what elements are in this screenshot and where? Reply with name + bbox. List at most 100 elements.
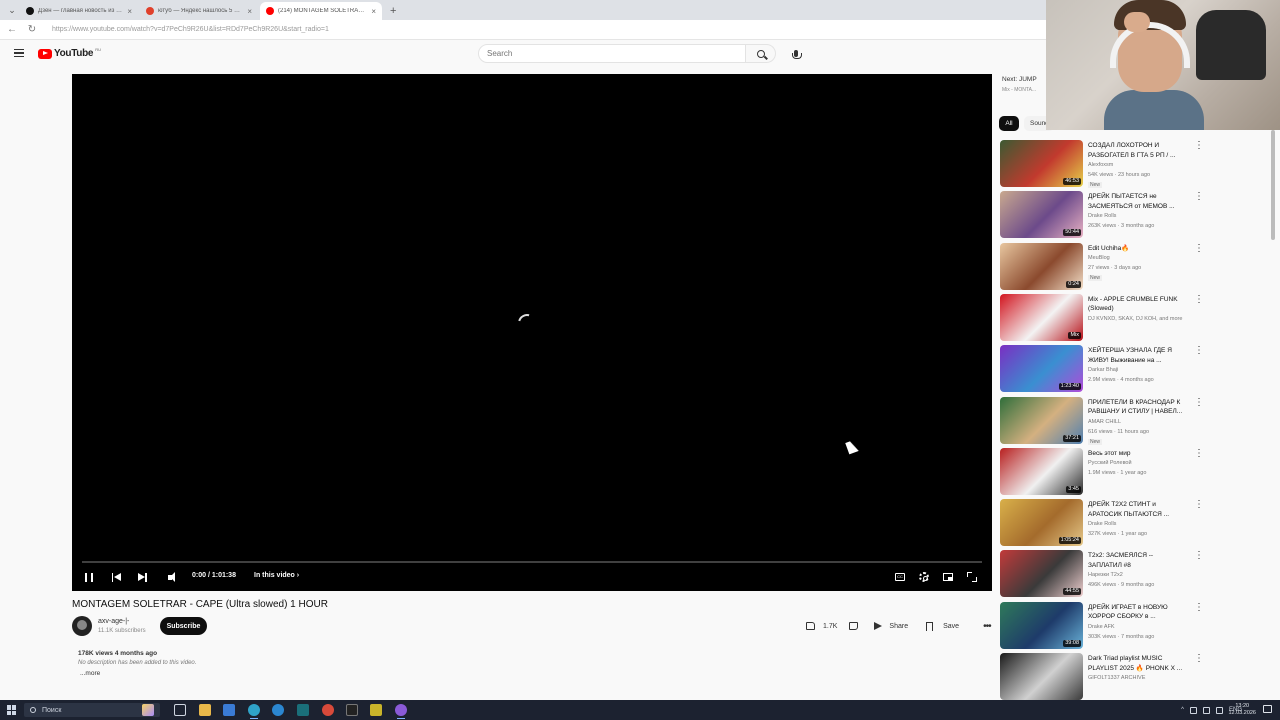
- next-button[interactable]: [136, 571, 147, 583]
- more-vertical-icon[interactable]: ⋮: [1194, 243, 1204, 253]
- tab-close-icon[interactable]: ×: [371, 7, 376, 16]
- recommendation-channel[interactable]: AMAR CHILL: [1088, 419, 1121, 425]
- channel-name[interactable]: axv-age-|-: [98, 618, 129, 625]
- recommendation-item[interactable]: 39:08 ДРЕЙК ИГРАЕТ в НОВУЮ ХОРРОР СБОРКУ …: [1000, 601, 1210, 650]
- more-vertical-icon[interactable]: ⋮: [1194, 551, 1204, 561]
- menu-icon[interactable]: [14, 49, 24, 57]
- sidebar-scrollbar[interactable]: [1271, 130, 1276, 700]
- tab-close-icon[interactable]: ×: [127, 7, 132, 16]
- subscribe-button[interactable]: Subscribe: [160, 617, 207, 635]
- settings-button[interactable]: [918, 571, 930, 583]
- recommendation-channel[interactable]: Drake AFK: [1088, 624, 1115, 630]
- in-this-video-button[interactable]: In this video ›: [254, 572, 299, 579]
- recommendation-thumbnail[interactable]: 0:24: [1000, 242, 1083, 290]
- app-icon[interactable]: [370, 704, 382, 716]
- app-icon[interactable]: [297, 704, 309, 716]
- share-button[interactable]: Share: [874, 618, 908, 634]
- recommendation-title[interactable]: Т2х2: ЗАСМЕЯЛСЯ -- ЗАПЛАТИЛ #8: [1088, 551, 1188, 570]
- tab-close-icon[interactable]: ×: [247, 7, 252, 16]
- chrome-icon[interactable]: [322, 704, 334, 716]
- terminal-icon[interactable]: [346, 704, 358, 716]
- more-vertical-icon[interactable]: ⋮: [1194, 397, 1204, 407]
- search-box[interactable]: [478, 44, 746, 63]
- browser-tab-active[interactable]: (214) MONTAGEM SOLETRAR - CAPE ×: [260, 2, 382, 20]
- more-vertical-icon[interactable]: ⋮: [1194, 500, 1204, 510]
- obs-icon[interactable]: [395, 704, 407, 719]
- tab-list-icon[interactable]: ⌄: [4, 0, 20, 20]
- recommendation-item[interactable]: 1:05:24 ДРЕЙК Т2Х2 СТИНТ и АРАТОСИК ПЫТАЮ…: [1000, 499, 1210, 547]
- dislike-button[interactable]: [849, 618, 859, 634]
- file-explorer-icon[interactable]: [199, 704, 211, 716]
- voice-search-button[interactable]: [788, 44, 804, 63]
- recommendation-title[interactable]: Mix - APPLE CRUMBLE FUNK (Slowed): [1088, 295, 1188, 314]
- recommendation-thumbnail[interactable]: [1000, 653, 1083, 700]
- recommendation-title[interactable]: ДРЕЙК ИГРАЕТ в НОВУЮ ХОРРОР СБОРКУ в ...: [1088, 603, 1188, 622]
- recommendation-item[interactable]: 50:44 ДРЕЙК ПЫТАЕТСЯ не ЗАСМЕЯТЬСЯ от МЕМ…: [1000, 191, 1210, 239]
- channel-avatar[interactable]: [72, 616, 92, 636]
- more-vertical-icon[interactable]: ⋮: [1194, 294, 1204, 304]
- like-button[interactable]: 1.7K: [806, 618, 837, 634]
- taskbar-search[interactable]: Поиск: [24, 703, 160, 717]
- recommendation-thumbnail[interactable]: 1:05:24: [1000, 499, 1083, 547]
- more-vertical-icon[interactable]: ⋮: [1194, 141, 1204, 151]
- volume-icon[interactable]: [1215, 706, 1223, 714]
- recommendation-thumbnail[interactable]: 3:45: [1000, 447, 1083, 495]
- telegram-icon[interactable]: [272, 704, 284, 716]
- youtube-logo[interactable]: YouTube RU: [38, 47, 101, 59]
- recommendation-channel[interactable]: Darkar Bhaji: [1088, 367, 1118, 373]
- pause-button[interactable]: [84, 571, 94, 583]
- recommendation-title[interactable]: Весь этот мир: [1088, 449, 1188, 459]
- miniplayer-button[interactable]: [942, 571, 954, 583]
- recommendation-thumbnail[interactable]: 39:08: [1000, 601, 1083, 649]
- more-vertical-icon[interactable]: ⋮: [1194, 346, 1204, 356]
- browser-icon[interactable]: [248, 704, 260, 719]
- recommendation-thumbnail[interactable]: 1:23:40: [1000, 345, 1083, 393]
- recommendation-title[interactable]: Dark Triad playlist MUSIC PLAYLIST 2025 …: [1088, 654, 1188, 673]
- more-link[interactable]: ...more: [80, 670, 100, 677]
- recommendation-item[interactable]: 3:45 Весь этот мир Русский Ролевой 1.9M vie…: [1000, 447, 1210, 496]
- progress-bar[interactable]: [82, 561, 982, 563]
- more-vertical-icon[interactable]: ⋮: [1194, 192, 1204, 202]
- recommendation-channel[interactable]: Drake Rolls: [1088, 521, 1116, 527]
- recommendation-channel[interactable]: GIFOLT1337 ARCHIVE: [1088, 675, 1145, 681]
- recommendation-thumbnail[interactable]: 44:55: [1000, 550, 1083, 598]
- recommendation-title[interactable]: ДРЕЙК ПЫТАЕТСЯ не ЗАСМЕЯТЬСЯ от МЕМОВ ..…: [1088, 192, 1188, 211]
- recommendation-channel[interactable]: Drake Rolls: [1088, 213, 1116, 219]
- search-input[interactable]: [487, 49, 745, 58]
- recommendation-channel[interactable]: MeuBlog: [1088, 255, 1110, 261]
- windows-start-icon[interactable]: [7, 705, 17, 715]
- previous-button[interactable]: [111, 571, 122, 583]
- recommendation-channel[interactable]: Русский Ролевой: [1088, 460, 1132, 466]
- reload-icon[interactable]: ↻: [26, 24, 38, 35]
- tray-chevron-icon[interactable]: ^: [1181, 707, 1184, 713]
- browser-tab[interactable]: ютуб — Яндекс нашлось 5 млн р ×: [140, 2, 258, 20]
- scrollbar-thumb[interactable]: [1271, 130, 1275, 240]
- recommendation-item[interactable]: Dark Triad playlist MUSIC PLAYLIST 2025 …: [1000, 653, 1210, 701]
- browser-tab[interactable]: Дзен — главная новость из инфо ×: [20, 2, 138, 20]
- description-box[interactable]: 178K views 4 months ago No description h…: [72, 646, 992, 682]
- recommendation-title[interactable]: Edit Uchiha🔥: [1088, 244, 1188, 254]
- chip-all[interactable]: All: [999, 116, 1019, 131]
- recommendation-item[interactable]: 0:24 Edit Uchiha🔥 MeuBlog 27 views · 3 days…: [1000, 242, 1210, 291]
- recommendation-title[interactable]: ХЕЙТЕРША УЗНАЛА ГДЕ Я ЖИВУ! Выживание на…: [1088, 346, 1188, 365]
- up-next-panel[interactable]: Next: JUMP Mix - MONTA...: [1002, 76, 1050, 106]
- notifications-icon[interactable]: [1263, 705, 1272, 713]
- copilot-icon[interactable]: [142, 704, 154, 716]
- recommendation-thumbnail[interactable]: 37:21: [1000, 396, 1083, 444]
- task-view-icon[interactable]: [174, 704, 186, 716]
- recommendation-thumbnail[interactable]: 50:44: [1000, 191, 1083, 239]
- network-icon[interactable]: [1202, 706, 1210, 714]
- save-button[interactable]: Save: [926, 618, 959, 634]
- recommendation-item[interactable]: 1:23:40 ХЕЙТЕРША УЗНАЛА ГДЕ Я ЖИВУ! Выжив…: [1000, 345, 1210, 393]
- new-tab-button[interactable]: +: [384, 2, 402, 20]
- recommendation-channel[interactable]: Alexfoxsm: [1088, 162, 1113, 168]
- recommendation-channel[interactable]: DJ KVNXD, SKAX, DJ KOH, and more: [1088, 316, 1182, 322]
- recommendation-item[interactable]: 44:55 Т2х2: ЗАСМЕЯЛСЯ -- ЗАПЛАТИЛ #8 Нарез…: [1000, 550, 1210, 598]
- more-vertical-icon[interactable]: ⋮: [1194, 448, 1204, 458]
- mute-button[interactable]: [164, 571, 176, 583]
- taskbar-clock[interactable]: 13:20 12.03.2026: [1228, 703, 1256, 717]
- fullscreen-button[interactable]: [966, 571, 978, 583]
- video-player[interactable]: [72, 74, 992, 591]
- recommendation-item[interactable]: 37:21 ПРИЛЕТЕЛИ В КРАСНОДАР К РАВШАНУ И С…: [1000, 396, 1210, 445]
- subtitles-button[interactable]: CC: [894, 571, 906, 583]
